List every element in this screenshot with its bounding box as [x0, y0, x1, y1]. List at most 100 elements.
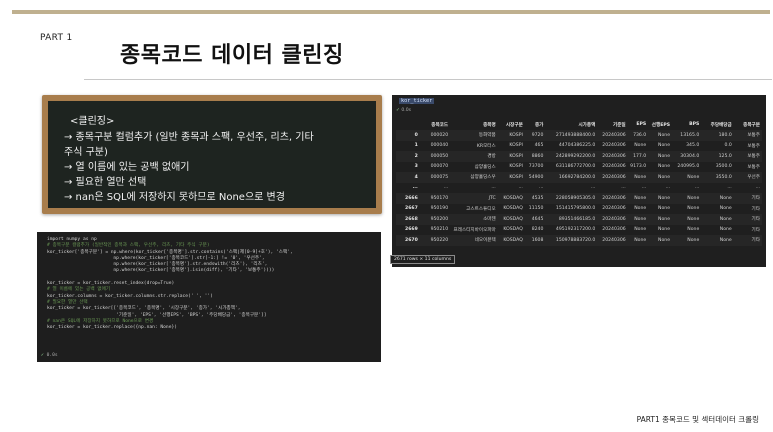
table-cell: 950170: [419, 193, 451, 204]
column-header: BPS: [689, 122, 700, 127]
table-cell: None: [672, 172, 702, 183]
part-label: PART 1: [40, 33, 73, 43]
table-cell: KOSDAQ: [497, 203, 525, 214]
row-index: ...: [396, 182, 420, 193]
column-header: 종목구분: [743, 122, 760, 128]
table-cell: None: [648, 140, 673, 151]
table-cell: 8240: [524, 224, 546, 235]
table-row: 2669 950210 프레스티지바이오파마 KOSDAQ 8240 4951923172…: [396, 224, 762, 235]
table-cell: ...: [450, 182, 498, 193]
row-index: 2: [396, 151, 420, 162]
table-cell: JTC: [450, 193, 498, 204]
table-cell: None: [627, 203, 649, 214]
table-cell: 소마젠: [450, 214, 498, 225]
table-cell: 000070: [419, 161, 451, 172]
row-index: 1: [396, 140, 420, 151]
table-cell: 20240306: [597, 130, 628, 141]
table-cell: 9720: [524, 130, 546, 141]
table-cell: 동화약품: [450, 130, 498, 141]
table-row: ....................................: [396, 182, 762, 193]
table-cell: 4645: [524, 214, 546, 225]
table-cell: 20240306: [597, 161, 628, 172]
chalkboard-surface: <클린징> → 종목구분 컬럼추가 (일반 종목과 스팩, 우선주, 리츠, 기…: [48, 101, 376, 208]
table-cell: None: [701, 193, 734, 204]
table-cell: KOSDAQ: [497, 214, 525, 225]
table-cell: 11150: [524, 203, 546, 214]
table-cell: 네오이뮨텍: [450, 235, 498, 246]
table-cell: 240995.0: [672, 161, 702, 172]
board-line: 주식 구분): [64, 147, 108, 158]
table-cell: 20240306: [597, 203, 628, 214]
cell-variable-label[interactable]: kor_ticker: [399, 98, 435, 104]
column-header: 시장구분: [505, 122, 523, 128]
table-cell: None: [672, 214, 702, 225]
table-cell: 180.0: [701, 130, 734, 141]
code-line: '기준일', 'EPS', '선행EPS', 'BPS', '주당배당금', '…: [47, 312, 267, 318]
chalkboard: <클린징> → 종목구분 컬럼추가 (일반 종목과 스팩, 우선주, 리츠, 기…: [42, 95, 382, 214]
table-cell: None: [701, 203, 734, 214]
table-cell: 271493888400.0: [545, 130, 598, 141]
run-time: 0.0s: [401, 108, 412, 113]
table-cell: KR모터스: [450, 140, 498, 151]
board-line: → nan은 SQL에 저장하지 못하므로 None으로 변경: [64, 192, 285, 203]
column-header: 주당배당금: [710, 122, 732, 128]
table-cell: KOSPI: [497, 172, 525, 183]
table-cell: None: [627, 224, 649, 235]
table-cell: None: [627, 140, 649, 151]
table-cell: 20240306: [597, 224, 628, 235]
table-cell: 54900: [524, 172, 546, 183]
table-cell: 736.0: [627, 130, 649, 141]
table-cell: 삼양홀딩스: [450, 161, 498, 172]
table-cell: 242899292200.0: [545, 151, 598, 162]
table-row: 2667 950190 고스트스튜디오 KOSDAQ 11150 151415795800…: [396, 203, 762, 214]
table-cell: 465: [524, 140, 546, 151]
table-cell: 프레스티지바이오파마: [450, 224, 498, 235]
table-cell: 고스트스튜디오: [450, 203, 498, 214]
table-cell: 950210: [419, 224, 451, 235]
row-index: 2670: [396, 235, 420, 246]
table-cell: 1608: [524, 235, 546, 246]
table-row: 2 000050 경방 KOSPI 8860 242899292200.0 20240306…: [396, 151, 762, 162]
table-cell: None: [672, 193, 702, 204]
table-cell: 20240306: [597, 140, 628, 151]
table-cell: 000050: [419, 151, 451, 162]
code-cell[interactable]: import numpy as np # 종목구분 컬럼추가 (일반적인 종목과 …: [37, 232, 381, 362]
table-cell: 기타: [733, 193, 762, 204]
table-row: 0 000020 동화약품 KOSPI 9720 271493888400.0 202403…: [396, 130, 762, 141]
table-cell: None: [648, 172, 673, 183]
table-row: 2668 950200 소마젠 KOSDAQ 4645 89351466185.0 2024…: [396, 214, 762, 225]
table-cell: 20240306: [597, 235, 628, 246]
column-header: 선행EPS: [651, 122, 671, 128]
table-cell: KOSDAQ: [497, 235, 525, 246]
table-cell: ...: [497, 182, 525, 193]
table-cell: 73700: [524, 161, 546, 172]
table-header-row: 종목코드 종목명 시장구분 종가 시가총액 기준일 EPS 선행EPS BPS 주당배당금 종목구분: [396, 119, 762, 130]
page-title: 종목코드 데이터 클린징: [120, 43, 344, 68]
table-cell: 30304.0: [672, 151, 702, 162]
table-cell: 기타: [733, 203, 762, 214]
code-line: kor_ticker['종목구분'] = np.where(kor_ticker…: [47, 249, 293, 255]
table-cell: 89351466185.0: [545, 214, 598, 225]
table-cell: 000075: [419, 172, 451, 183]
code-editor[interactable]: import numpy as np # 종목구분 컬럼추가 (일반적인 종목과 …: [47, 237, 293, 331]
row-index: 2667: [396, 203, 420, 214]
table-cell: None: [648, 214, 673, 225]
top-accent-bar: [12, 10, 770, 14]
board-line: → 종목구분 컬럼추가 (일반 종목과 스팩, 우선주, 리츠, 기타: [64, 132, 314, 143]
table-cell: 950190: [419, 203, 451, 214]
column-header: [396, 119, 420, 130]
table-cell: 보통주: [733, 130, 762, 141]
title-divider: [84, 79, 772, 80]
table-cell: 177.0: [627, 151, 649, 162]
table-cell: 20240306: [597, 193, 628, 204]
table-row: 2666 950170 JTC KOSDAQ 4535 228058905305.0 202…: [396, 193, 762, 204]
table-cell: 631186772700.0: [545, 161, 598, 172]
table-cell: 950200: [419, 214, 451, 225]
table-cell: 9173.0: [627, 161, 649, 172]
table-row: 4 000075 삼양홀딩스우 KOSPI 54900 16692784200.0 2024…: [396, 172, 762, 183]
column-header: 종가: [534, 122, 544, 128]
table-cell: None: [701, 224, 734, 235]
table-cell: None: [648, 161, 673, 172]
column-header: 종목명: [483, 122, 496, 128]
table-cell: 3500.0: [701, 161, 734, 172]
